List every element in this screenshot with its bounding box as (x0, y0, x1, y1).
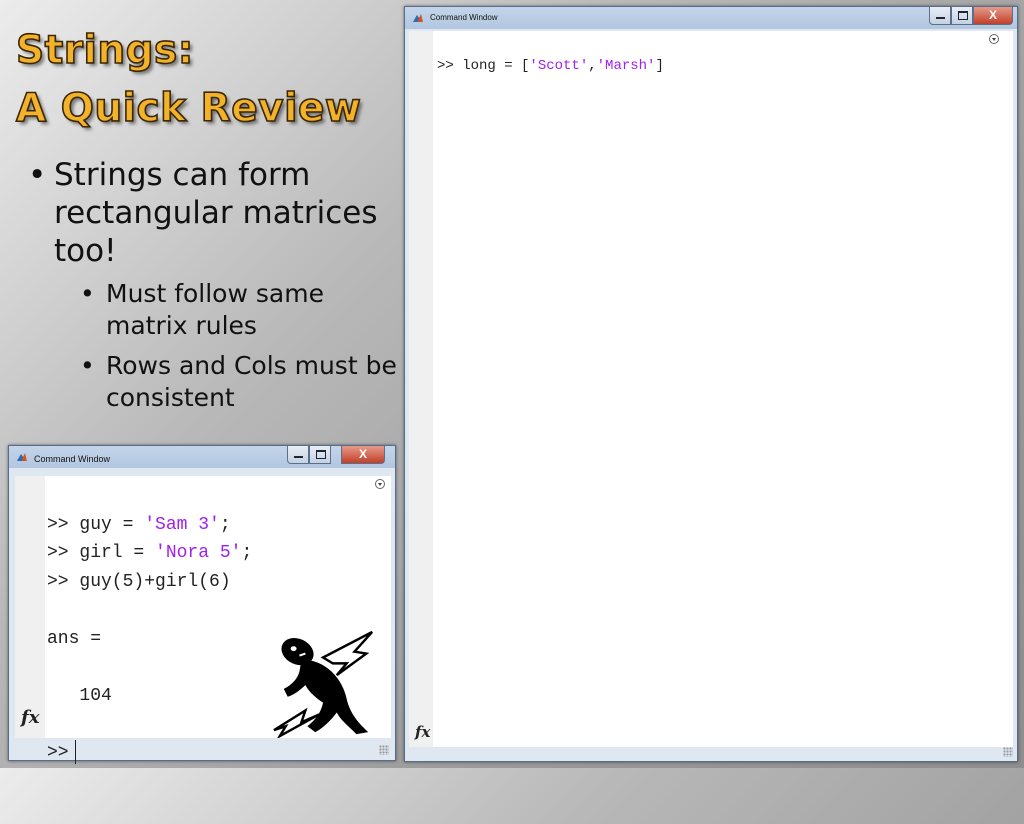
resize-grip-icon[interactable] (1003, 747, 1013, 757)
resize-grip-icon[interactable] (379, 745, 389, 755)
maximize-icon[interactable] (309, 446, 331, 464)
bullet-marker: • (80, 279, 95, 308)
large-window-code: >> long = ['Scott','Marsh'] (437, 39, 664, 111)
prompt-line[interactable]: >> (47, 739, 252, 768)
code-line-2: >> girl = 'Nora 5'; (47, 543, 253, 563)
large-window-gutter (409, 31, 433, 747)
matlab-logo-icon (413, 14, 423, 22)
shocked-person-icon (273, 630, 374, 738)
sub-bullet-consistent: • Rows and Cols must be consistent (80, 350, 398, 414)
code-line-1: >> long = ['Scott','Marsh'] (437, 58, 664, 74)
bullet-list: • Strings can form rectangular matrices … (28, 156, 398, 414)
minimize-icon[interactable] (287, 446, 309, 464)
ans-value: 104 (79, 685, 112, 706)
fx-icon[interactable]: fx (415, 723, 430, 741)
bullet-marker: • (80, 351, 95, 380)
large-window-content[interactable]: >> long = ['Scott','Marsh'] (433, 31, 1013, 747)
menu-chevron-icon[interactable] (375, 479, 385, 489)
bullet-marker: • (28, 157, 47, 193)
close-icon[interactable]: X (341, 446, 385, 464)
matlab-logo-icon (17, 453, 27, 461)
sub-bullet-consistent-text: Rows and Cols must be consistent (106, 351, 397, 412)
small-window-code: >> guy = 'Sam 3'; >> girl = 'Nora 5'; >> g… (47, 482, 252, 824)
small-window-titlebar[interactable]: Command Window X (9, 446, 395, 468)
menu-chevron-icon[interactable] (989, 34, 999, 44)
small-window-gutter (15, 476, 45, 738)
slide-title: Strings: A Quick Review (15, 22, 362, 138)
sub-bullet-rules-text: Must follow same matrix rules (106, 279, 324, 340)
small-command-window: Command Window X >> guy = 'Sam 3'; >> gir… (8, 445, 396, 764)
code-line-1: >> guy = 'Sam 3'; (47, 514, 231, 535)
sub-bullet-rules: • Must follow same matrix rules (80, 278, 398, 342)
code-line-3: >> guy(5)+girl(6) (47, 571, 231, 592)
fx-icon[interactable]: fx (21, 707, 39, 728)
text-cursor (74, 739, 76, 764)
minimize-icon[interactable] (929, 7, 951, 25)
bullet-main-text: Strings can form rectangular matrices to… (54, 157, 378, 269)
close-icon[interactable]: X (973, 7, 1013, 25)
maximize-icon[interactable] (951, 7, 973, 25)
slide-title-line1: Strings: (15, 27, 194, 74)
large-window-title: Command Window (430, 13, 498, 22)
large-window-titlebar[interactable]: Command Window X (405, 7, 1017, 29)
large-command-window: Command Window X >> long = ['Scott','Mar… (404, 6, 1018, 762)
slide-title-line2: A Quick Review (15, 85, 362, 132)
bullet-main: • Strings can form rectangular matrices … (28, 156, 398, 270)
ans-label: ans = (47, 628, 102, 649)
small-window-title: Command Window (34, 454, 111, 464)
